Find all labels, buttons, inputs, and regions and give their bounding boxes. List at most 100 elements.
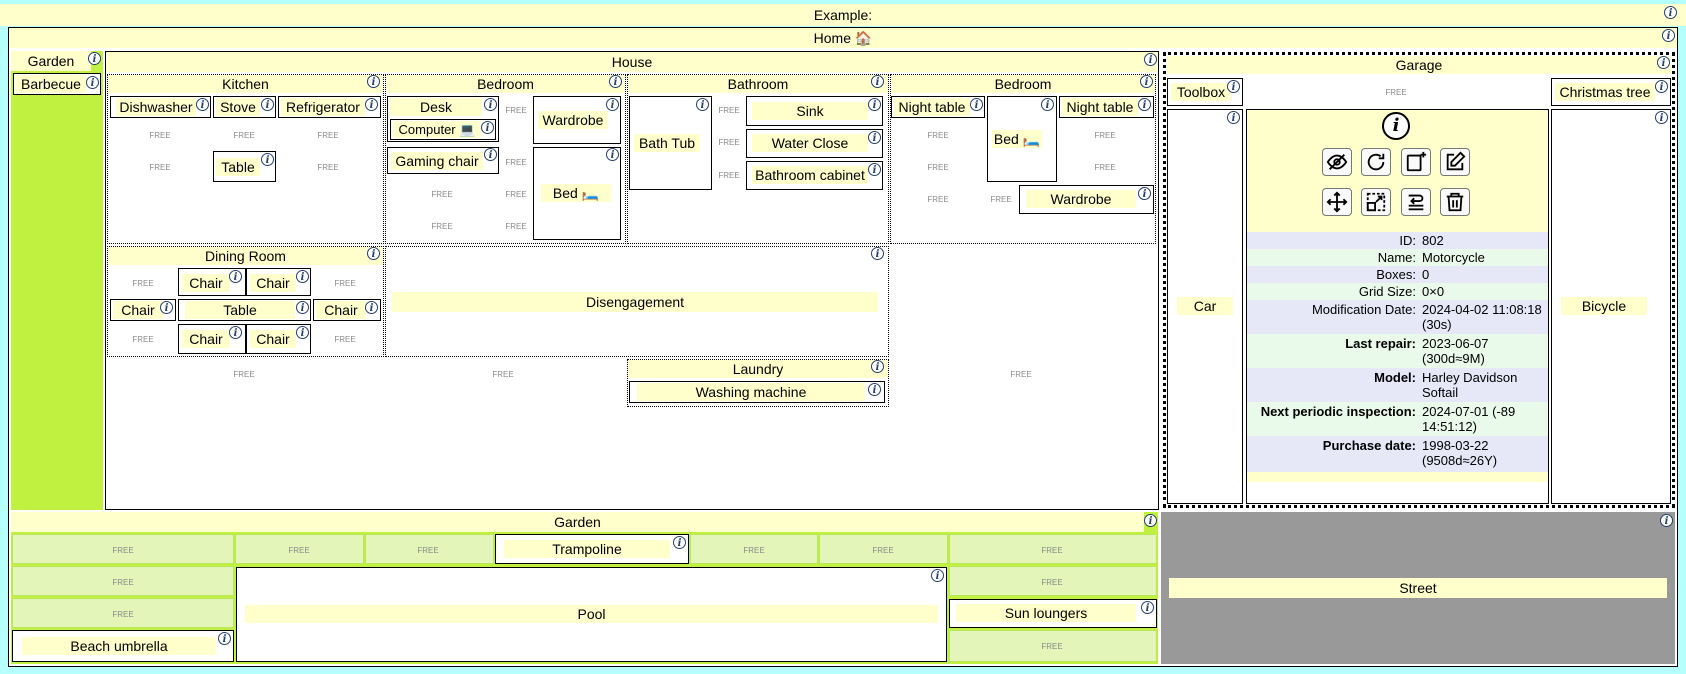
- free-slot[interactable]: FREE: [486, 106, 546, 115]
- free-slot[interactable]: FREE: [1075, 131, 1135, 140]
- free-slot[interactable]: FREE: [315, 335, 375, 344]
- free-slot[interactable]: FREE: [486, 158, 546, 167]
- detail-key: Model:: [1374, 370, 1416, 385]
- free-slot[interactable]: FREE: [130, 131, 190, 140]
- free-slot[interactable]: FREE: [315, 279, 375, 288]
- refrigerator-info-icon[interactable]: i: [365, 98, 378, 111]
- free-slot[interactable]: FREE: [486, 222, 546, 231]
- free-slot[interactable]: FREE: [971, 195, 1031, 204]
- garden-top-info-icon[interactable]: i: [88, 52, 101, 65]
- refresh-button[interactable]: [1361, 148, 1391, 176]
- stove-info-icon[interactable]: i: [261, 98, 274, 111]
- bed2-info-icon[interactable]: i: [1041, 98, 1054, 111]
- details-info-icon[interactable]: i: [1382, 112, 1410, 140]
- dining-title: Dining Room: [108, 247, 383, 265]
- wardrobe2-info-icon[interactable]: i: [1138, 187, 1151, 200]
- delete-button[interactable]: [1440, 188, 1470, 216]
- trampoline-info-icon[interactable]: i: [673, 536, 686, 549]
- move-button[interactable]: [1322, 188, 1352, 216]
- free-slot[interactable]: FREE: [699, 171, 759, 180]
- dining-table-info-icon[interactable]: i: [296, 301, 309, 314]
- kitchen-table-info-icon[interactable]: i: [261, 153, 274, 166]
- free-slot[interactable]: FREE: [699, 138, 759, 147]
- free-slot[interactable]: FREE: [298, 131, 358, 140]
- hide-button[interactable]: [1322, 148, 1352, 176]
- free-slot[interactable]: FREE: [473, 370, 533, 379]
- free-slot[interactable]: FREE: [113, 279, 173, 288]
- bedroom1-info-icon[interactable]: i: [609, 75, 622, 88]
- free-slot[interactable]: FREE: [412, 190, 472, 199]
- free-slot[interactable]: FREE: [93, 610, 153, 619]
- bathroom-info-icon[interactable]: i: [871, 75, 884, 88]
- computer-label: Computer 💻: [393, 121, 481, 138]
- free-slot[interactable]: FREE: [908, 163, 968, 172]
- free-slot[interactable]: FREE: [1022, 546, 1082, 555]
- home-info-icon[interactable]: i: [1662, 29, 1675, 42]
- bedroom2-info-icon[interactable]: i: [1140, 75, 1153, 88]
- free-slot[interactable]: FREE: [908, 195, 968, 204]
- free-slot[interactable]: FREE: [1022, 642, 1082, 651]
- pool-info-icon[interactable]: i: [931, 569, 944, 582]
- free-slot[interactable]: FREE: [93, 546, 153, 555]
- free-slot[interactable]: FREE: [398, 546, 458, 555]
- free-slot[interactable]: FREE: [298, 163, 358, 172]
- car-info-icon[interactable]: i: [1227, 111, 1240, 124]
- free-slot[interactable]: FREE: [991, 370, 1051, 379]
- disengagement-info-icon[interactable]: i: [871, 247, 884, 260]
- sink-info-icon[interactable]: i: [868, 98, 881, 111]
- bathroom-cabinet-info-icon[interactable]: i: [868, 163, 881, 176]
- dining-info-icon[interactable]: i: [367, 247, 380, 260]
- add-box-button[interactable]: [1401, 148, 1431, 176]
- free-slot[interactable]: FREE: [699, 106, 759, 115]
- free-slot[interactable]: FREE: [1075, 163, 1135, 172]
- kitchen-info-icon[interactable]: i: [367, 75, 380, 88]
- computer-info-icon[interactable]: i: [481, 121, 494, 134]
- chair-info-icon[interactable]: i: [296, 326, 309, 339]
- chair-info-icon[interactable]: i: [229, 326, 242, 339]
- bathroom-title: Bathroom: [628, 75, 888, 93]
- bicycle-info-icon[interactable]: i: [1655, 111, 1668, 124]
- chair-info-icon[interactable]: i: [365, 301, 378, 314]
- sink-label: Sink: [752, 102, 868, 120]
- free-slot[interactable]: FREE: [1366, 88, 1426, 97]
- sun-loungers-info-icon[interactable]: i: [1141, 601, 1154, 614]
- detail-value: 2023-06-07 (300d≈9M): [1422, 336, 1489, 366]
- laundry-info-icon[interactable]: i: [871, 360, 884, 373]
- toolbox-info-icon[interactable]: i: [1227, 80, 1240, 93]
- free-slot[interactable]: FREE: [214, 131, 274, 140]
- night-table1-info-icon[interactable]: i: [970, 98, 983, 111]
- reorder-button[interactable]: [1401, 188, 1431, 216]
- beach-umbrella-info-icon[interactable]: i: [218, 632, 231, 645]
- barbecue-info-icon[interactable]: i: [86, 76, 99, 89]
- christmas-tree-info-icon[interactable]: i: [1655, 80, 1668, 93]
- house-info-icon[interactable]: i: [1144, 53, 1157, 66]
- edit-button[interactable]: [1440, 148, 1470, 176]
- water-close-info-icon[interactable]: i: [868, 131, 881, 144]
- free-slot[interactable]: FREE: [908, 131, 968, 140]
- washing-machine-info-icon[interactable]: i: [868, 383, 881, 396]
- free-slot[interactable]: FREE: [724, 546, 784, 555]
- dishwasher-info-icon[interactable]: i: [196, 98, 209, 111]
- free-slot[interactable]: FREE: [853, 546, 913, 555]
- chair-info-icon[interactable]: i: [229, 270, 242, 283]
- free-slot[interactable]: FREE: [113, 335, 173, 344]
- resize-button[interactable]: [1361, 188, 1391, 216]
- chair-info-icon[interactable]: i: [296, 270, 309, 283]
- trash-icon: [1446, 192, 1464, 212]
- free-slot[interactable]: FREE: [1022, 578, 1082, 587]
- street-info-icon[interactable]: i: [1660, 514, 1673, 527]
- chair-info-icon[interactable]: i: [160, 301, 173, 314]
- free-slot[interactable]: FREE: [412, 222, 472, 231]
- garage-info-icon[interactable]: i: [1657, 56, 1670, 69]
- detail-key: Last repair:: [1345, 336, 1416, 351]
- bed1-info-icon[interactable]: i: [606, 148, 619, 161]
- garden-bottom-info-icon[interactable]: i: [1144, 514, 1157, 527]
- free-slot[interactable]: FREE: [130, 163, 190, 172]
- wardrobe1-info-icon[interactable]: i: [606, 98, 619, 111]
- example-info-icon[interactable]: i: [1664, 6, 1677, 19]
- free-slot[interactable]: FREE: [93, 578, 153, 587]
- free-slot[interactable]: FREE: [214, 370, 274, 379]
- free-slot[interactable]: FREE: [486, 190, 546, 199]
- night-table2-info-icon[interactable]: i: [1138, 98, 1151, 111]
- free-slot[interactable]: FREE: [269, 546, 329, 555]
